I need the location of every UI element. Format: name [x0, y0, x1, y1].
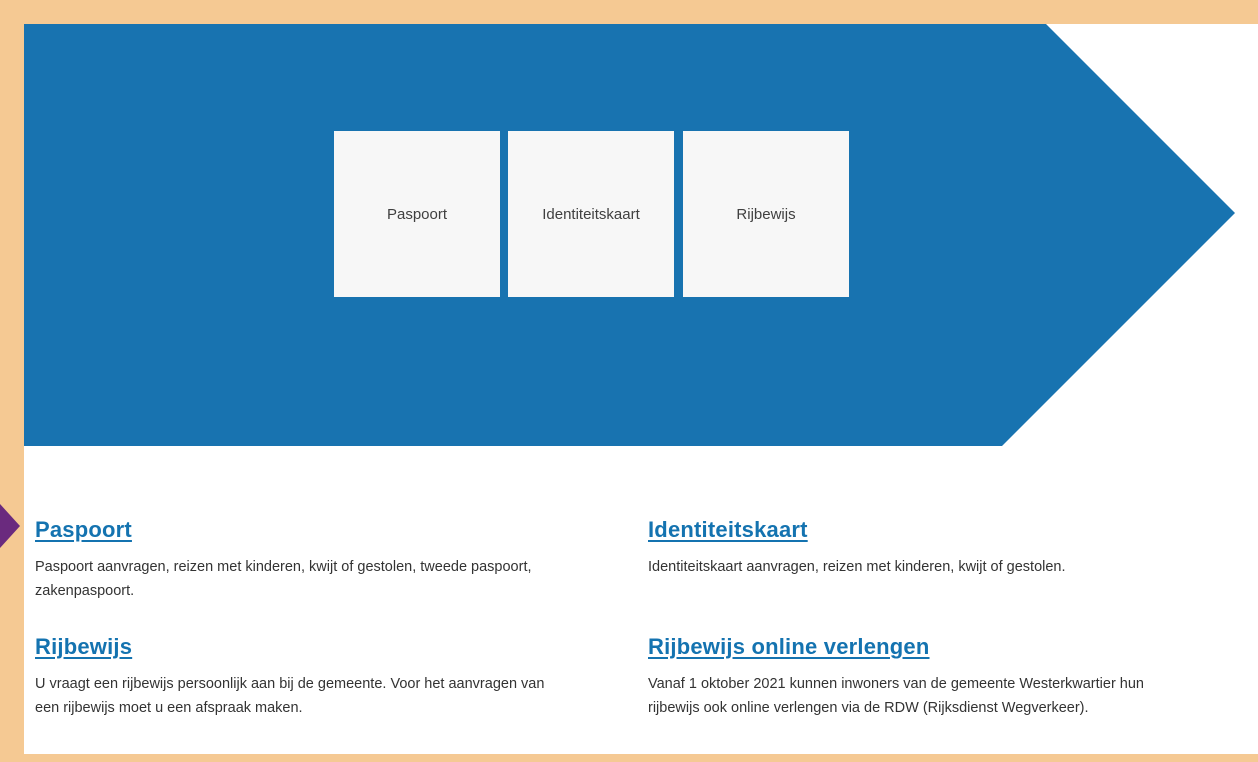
tile-label: Identiteitskaart: [542, 205, 640, 223]
link-description: Vanaf 1 oktober 2021 kunnen inwoners van…: [648, 676, 1144, 716]
link-description: Paspoort aanvragen, reizen met kinderen,…: [35, 559, 532, 599]
tile-paspoort[interactable]: Paspoort: [334, 131, 500, 297]
link-block-identiteitskaart: Identiteitskaart Identiteitskaart aanvra…: [648, 517, 1168, 579]
link-block-paspoort: Paspoort Paspoort aanvragen, reizen met …: [35, 517, 555, 603]
hero-banner: Paspoort Identiteitskaart Rijbewijs: [24, 24, 1258, 446]
link-rijbewijs[interactable]: Rijbewijs: [35, 634, 132, 659]
link-block-rijbewijs-online: Rijbewijs online verlengen Vanaf 1 oktob…: [648, 634, 1168, 720]
focus-marker-icon: [0, 504, 20, 548]
link-rijbewijs-online-verlengen[interactable]: Rijbewijs online verlengen: [648, 634, 930, 659]
link-identiteitskaart[interactable]: Identiteitskaart: [648, 517, 808, 542]
tile-rijbewijs[interactable]: Rijbewijs: [683, 131, 849, 297]
link-block-rijbewijs: Rijbewijs U vraagt een rijbewijs persoon…: [35, 634, 555, 720]
tile-label: Rijbewijs: [736, 205, 796, 223]
tile-label: Paspoort: [386, 205, 448, 223]
link-paspoort[interactable]: Paspoort: [35, 517, 132, 542]
link-description: U vraagt een rijbewijs persoonlijk aan b…: [35, 676, 545, 716]
link-description: Identiteitskaart aanvragen, reizen met k…: [648, 559, 1066, 575]
content-page: Paspoort Identiteitskaart Rijbewijs Pasp…: [24, 24, 1258, 754]
tile-identiteitskaart[interactable]: Identiteitskaart: [508, 131, 674, 297]
